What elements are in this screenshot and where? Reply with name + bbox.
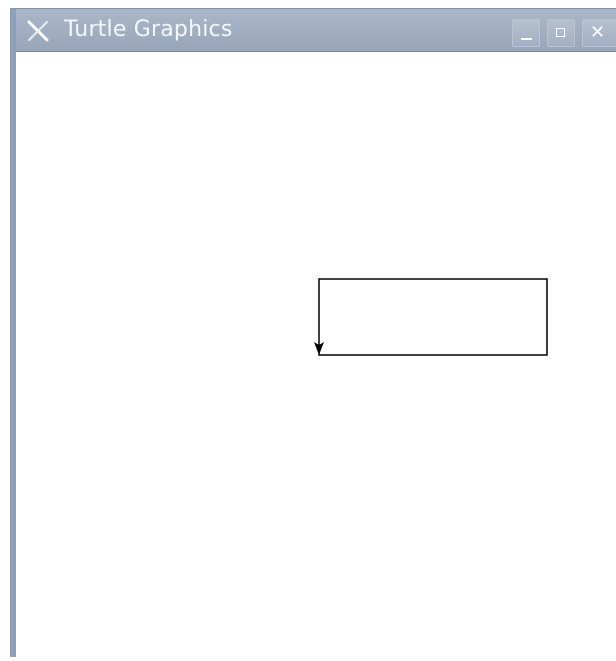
title-bar[interactable]: Turtle Graphics ✕ [16,9,616,52]
turtle-graphics-window: Turtle Graphics ✕ [10,8,616,657]
maximize-button[interactable] [547,19,575,47]
drawing-canvas[interactable] [16,52,616,657]
minimize-icon [521,38,532,40]
close-button[interactable]: ✕ [582,19,616,47]
drawn-rectangle [318,278,548,356]
minimize-button[interactable] [512,19,540,47]
window-title: Turtle Graphics [64,17,233,42]
maximize-icon [556,28,565,37]
x-icon [27,20,49,42]
turtle-drawing [314,278,548,356]
close-icon: ✕ [590,22,606,43]
